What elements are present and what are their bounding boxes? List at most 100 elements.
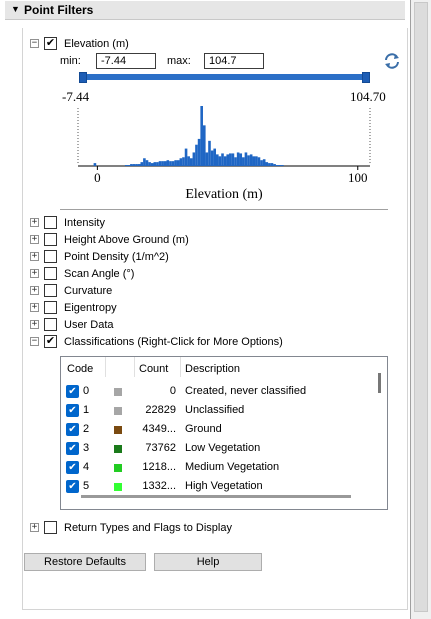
histogram-bar xyxy=(249,154,253,166)
col-header-description[interactable]: Description xyxy=(185,360,240,378)
histogram-bar xyxy=(229,153,232,166)
histogram-bar xyxy=(257,157,261,166)
table-row[interactable]: ✔ 4 1218... Medium Vegetation xyxy=(61,458,371,477)
filter-label: Point Density (1/m^2) xyxy=(64,251,169,263)
row-code: 4 xyxy=(83,461,90,473)
row-description: Low Vegetation xyxy=(185,442,261,454)
row-checkbox[interactable]: ✔ xyxy=(66,385,79,398)
elevation-range-track[interactable] xyxy=(80,74,370,80)
row-checkbox[interactable]: ✔ xyxy=(66,423,79,436)
row-checkbox[interactable]: ✔ xyxy=(66,404,79,417)
row-code: 3 xyxy=(83,442,90,454)
filter-expand-icon[interactable]: + xyxy=(30,303,39,312)
histogram-bar xyxy=(187,156,190,166)
return-types-checkbox[interactable] xyxy=(44,521,57,534)
table-row[interactable]: ✔ 3 73762 Low Vegetation xyxy=(61,439,371,458)
histogram-bar xyxy=(208,140,211,166)
table-horizontal-scrollbar[interactable] xyxy=(81,495,351,498)
row-checkbox[interactable]: ✔ xyxy=(66,442,79,455)
panel-scrollbar[interactable] xyxy=(411,0,431,619)
histogram-bar xyxy=(143,158,146,166)
filter-checkbox[interactable] xyxy=(44,267,57,280)
histogram-bar xyxy=(140,162,144,166)
histogram-bar xyxy=(158,161,162,166)
filter-checkbox[interactable] xyxy=(44,284,57,297)
filter-expand-icon[interactable]: + xyxy=(30,269,39,278)
filter-label: Classifications (Right-Click for More Op… xyxy=(64,336,283,348)
histogram-bar xyxy=(135,164,138,166)
elevation-collapse-icon[interactable]: − xyxy=(30,39,39,48)
elevation-checkbox[interactable]: ✔ xyxy=(44,37,57,50)
max-input[interactable]: 104.7 xyxy=(204,53,264,69)
table-row[interactable]: ✔ 2 4349... Ground xyxy=(61,420,371,439)
filter-expand-icon[interactable]: + xyxy=(30,218,39,227)
filter-expand-icon[interactable]: + xyxy=(30,235,39,244)
histogram-bar xyxy=(189,158,193,166)
range-min-handle[interactable] xyxy=(79,72,87,83)
filter-checkbox[interactable] xyxy=(44,250,57,263)
col-header-count[interactable]: Count xyxy=(139,360,168,378)
histogram-bar xyxy=(156,162,159,166)
collapse-arrow-icon[interactable]: ▼ xyxy=(11,4,20,14)
range-max-handle[interactable] xyxy=(362,72,370,83)
filter-checkbox[interactable] xyxy=(44,216,57,229)
table-row[interactable]: ✔ 1 22829 Unclassified xyxy=(61,401,371,420)
filter-checkbox[interactable] xyxy=(44,301,57,314)
col-header-code[interactable]: Code xyxy=(67,360,93,378)
histogram-bar xyxy=(213,148,216,166)
histogram-bar xyxy=(275,165,279,166)
filter-label: Height Above Ground (m) xyxy=(64,234,189,246)
histogram-bar xyxy=(231,153,235,166)
help-button[interactable]: Help xyxy=(154,553,262,571)
point-filters-header[interactable]: ▼ Point Filters xyxy=(5,1,405,20)
histogram-bar xyxy=(205,152,209,166)
table-row[interactable]: ✔ 5 1332... High Vegetation xyxy=(61,477,371,496)
row-description: Unclassified xyxy=(185,404,245,416)
elevation-label: Elevation (m) xyxy=(64,38,129,50)
histogram-bar xyxy=(184,148,188,166)
restore-defaults-button[interactable]: Restore Defaults xyxy=(24,553,146,571)
histogram-bar xyxy=(124,165,128,166)
histogram-bar xyxy=(278,165,282,166)
table-scroll-thumb[interactable] xyxy=(378,373,381,393)
filter-expand-icon[interactable]: − xyxy=(30,337,39,346)
classification-table[interactable]: Code Count Description ✔ 0 0 Created, never… xyxy=(60,356,388,510)
table-vertical-scrollbar[interactable] xyxy=(373,359,387,479)
histogram-bar xyxy=(174,160,177,166)
row-checkbox[interactable]: ✔ xyxy=(66,461,79,474)
histogram-bar xyxy=(210,150,214,166)
filter-checkbox[interactable]: ✔ xyxy=(44,335,57,348)
point-filters-panel: ▼ Point Filters − ✔ Elevation (m) min: -… xyxy=(0,0,410,619)
histogram-bar xyxy=(242,157,245,166)
histogram-bar xyxy=(127,165,131,166)
histogram-bar xyxy=(179,158,183,166)
filter-expand-icon[interactable]: + xyxy=(30,320,39,329)
refresh-icon[interactable] xyxy=(383,52,401,70)
return-types-expand-icon[interactable]: + xyxy=(30,523,39,532)
histogram-bar xyxy=(268,163,271,166)
filter-label: User Data xyxy=(64,319,114,331)
histogram-bar xyxy=(273,164,276,166)
row-description: Medium Vegetation xyxy=(185,461,280,473)
row-code: 2 xyxy=(83,423,90,435)
row-count: 73762 xyxy=(145,442,176,454)
filter-expand-icon[interactable]: + xyxy=(30,286,39,295)
x-axis-label: Elevation (m) xyxy=(185,187,263,202)
min-input[interactable]: -7.44 xyxy=(96,53,156,69)
filter-expand-icon[interactable]: + xyxy=(30,252,39,261)
table-row[interactable]: ✔ 0 0 Created, never classified xyxy=(61,382,371,401)
filter-checkbox[interactable] xyxy=(44,318,57,331)
histogram-bar xyxy=(148,162,151,166)
histogram-bar xyxy=(145,160,149,166)
row-count: 4349... xyxy=(142,423,176,435)
histogram-bar xyxy=(153,162,157,166)
panel-scroll-thumb[interactable] xyxy=(414,2,428,612)
divider xyxy=(60,209,388,210)
histogram-bar xyxy=(132,164,136,166)
histogram-bar xyxy=(262,159,266,166)
histogram-bar xyxy=(260,160,263,166)
filter-checkbox[interactable] xyxy=(44,233,57,246)
histogram-bar xyxy=(218,156,222,166)
row-checkbox[interactable]: ✔ xyxy=(66,480,79,493)
histogram-bar xyxy=(265,162,269,166)
